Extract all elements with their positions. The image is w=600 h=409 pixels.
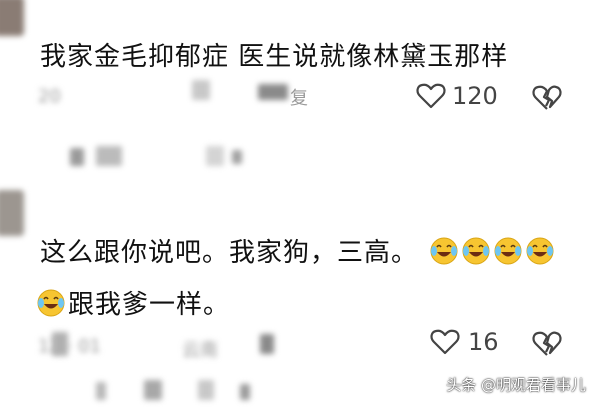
dislike-button[interactable] (532, 84, 562, 112)
like-count: 16 (468, 328, 499, 356)
laughing-crying-emoji (494, 237, 522, 265)
blurred-meta (260, 334, 274, 354)
laughing-crying-emoji (462, 237, 490, 265)
blurred-meta (258, 84, 288, 100)
heart-outline-icon (416, 83, 446, 109)
broken-heart-icon (532, 85, 562, 110)
comment-timestamp: 20 (38, 86, 61, 107)
comment-text: 我家金毛抑郁症 医生说就像林黛玉那样 (40, 42, 509, 72)
blurred-meta (192, 80, 210, 100)
blurred-reply (70, 148, 84, 166)
laughing-crying-emoji (526, 237, 554, 265)
heart-outline-icon (430, 329, 460, 355)
like-button[interactable]: 120 (416, 82, 498, 110)
blurred-meta (52, 332, 68, 356)
blurred-reply (206, 146, 224, 166)
comment-text-line1: 这么跟你说吧。我家狗，三高。 (40, 232, 555, 269)
watermark: 头条 @明观君看事儿 (446, 376, 586, 394)
laughing-crying-emoji (430, 237, 458, 265)
blurred-reply (198, 380, 214, 400)
laughing-crying-emoji (37, 289, 65, 317)
avatar[interactable] (0, 0, 24, 36)
blurred-reply (96, 382, 106, 400)
blurred-reply (144, 380, 162, 400)
like-button[interactable]: 16 (430, 328, 499, 356)
dislike-button[interactable] (532, 330, 562, 358)
blurred-reply (240, 384, 250, 400)
comment-timestamp: 12 · 01 (38, 336, 101, 357)
blurred-reply (232, 150, 242, 164)
comment-feed: 我家金毛抑郁症 医生说就像林黛玉那样 20 复 120 这么跟你说吧。我家狗，三… (0, 0, 600, 409)
broken-heart-icon (532, 331, 562, 356)
comment-location: 云南 (182, 340, 218, 361)
like-count: 120 (452, 82, 498, 110)
comment-text-line2: 跟我爹一样。 (36, 284, 230, 321)
reply-link[interactable]: 复 (290, 84, 308, 110)
avatar[interactable] (0, 190, 24, 236)
blurred-reply (96, 146, 122, 166)
